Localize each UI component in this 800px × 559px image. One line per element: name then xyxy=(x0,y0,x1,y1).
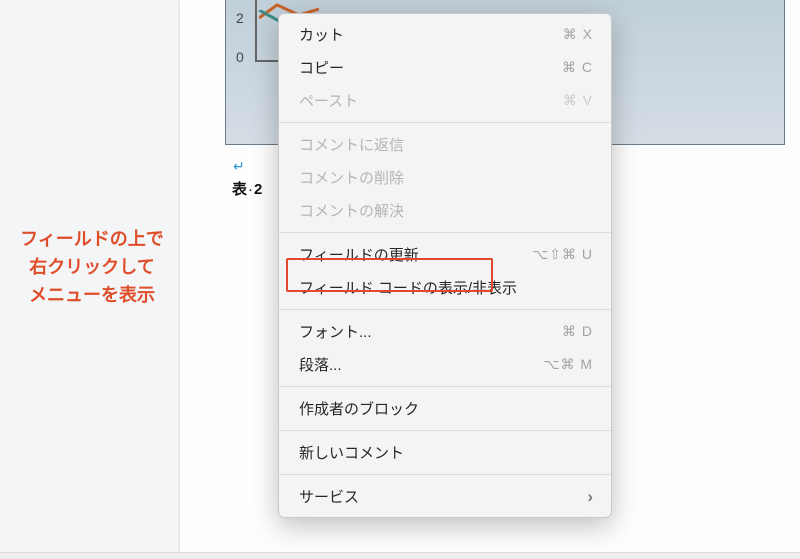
chart-y-axis xyxy=(255,0,257,60)
menu-font-label: フォント... xyxy=(299,321,372,342)
menu-resolve-comment: コメントの解決 xyxy=(279,194,611,227)
menu-copy-shortcut: ⌘ C xyxy=(562,59,593,76)
menu-delete-comment-label: コメントの削除 xyxy=(299,167,404,188)
menu-new-comment[interactable]: 新しいコメント xyxy=(279,436,611,469)
menu-paragraph-shortcut: ⌥⌘ M xyxy=(543,356,593,373)
menu-paste-label: ペースト xyxy=(299,90,358,111)
menu-update-field[interactable]: フィールドの更新 ⌥⇧⌘ U xyxy=(279,238,611,271)
paragraph-mark-icon: ↵ xyxy=(233,158,245,175)
menu-separator xyxy=(279,122,611,123)
menu-reply-comment: コメントに返信 xyxy=(279,128,611,161)
menu-services[interactable]: サービス › xyxy=(279,480,611,513)
menu-paste: ペースト ⌘ V xyxy=(279,84,611,117)
menu-cut-shortcut: ⌘ X xyxy=(563,26,593,43)
menu-paste-shortcut: ⌘ V xyxy=(563,92,593,109)
caption-number: 2 xyxy=(254,181,263,198)
menu-cut-label: カット xyxy=(299,24,344,45)
menu-update-field-shortcut: ⌥⇧⌘ U xyxy=(532,246,593,263)
menu-separator xyxy=(279,309,611,310)
menu-delete-comment: コメントの削除 xyxy=(279,161,611,194)
caption-prefix: 表 xyxy=(232,181,248,198)
table-caption: 表·2 xyxy=(232,178,263,199)
menu-paragraph-label: 段落... xyxy=(299,354,342,375)
menu-update-field-label: フィールドの更新 xyxy=(299,244,419,265)
menu-font-shortcut: ⌘ D xyxy=(562,323,593,340)
menu-reply-comment-label: コメントに返信 xyxy=(299,134,404,155)
menu-new-comment-label: 新しいコメント xyxy=(299,442,404,463)
menu-resolve-comment-label: コメントの解決 xyxy=(299,200,404,221)
menu-copy[interactable]: コピー ⌘ C xyxy=(279,51,611,84)
menu-block-author-label: 作成者のブロック xyxy=(299,398,419,419)
menu-separator xyxy=(279,232,611,233)
menu-block-author[interactable]: 作成者のブロック xyxy=(279,392,611,425)
window-bottom-bar xyxy=(0,552,800,559)
chart-tick-0: 0 xyxy=(236,49,244,65)
menu-cut[interactable]: カット ⌘ X xyxy=(279,18,611,51)
menu-toggle-field-code[interactable]: フィールド コードの表示/非表示 xyxy=(279,271,611,304)
menu-font[interactable]: フォント... ⌘ D xyxy=(279,315,611,348)
menu-separator xyxy=(279,386,611,387)
context-menu: カット ⌘ X コピー ⌘ C ペースト ⌘ V コメントに返信 コメントの削除… xyxy=(278,13,612,518)
menu-separator xyxy=(279,474,611,475)
menu-services-label: サービス xyxy=(299,486,359,507)
menu-paragraph[interactable]: 段落... ⌥⌘ M xyxy=(279,348,611,381)
menu-copy-label: コピー xyxy=(299,57,344,78)
chevron-right-icon: › xyxy=(587,487,593,507)
menu-separator xyxy=(279,430,611,431)
menu-toggle-field-code-label: フィールド コードの表示/非表示 xyxy=(299,277,517,298)
chart-tick-2: 2 xyxy=(236,10,244,26)
instruction-annotation: フィールドの上で 右クリックして メニューを表示 xyxy=(6,226,178,310)
